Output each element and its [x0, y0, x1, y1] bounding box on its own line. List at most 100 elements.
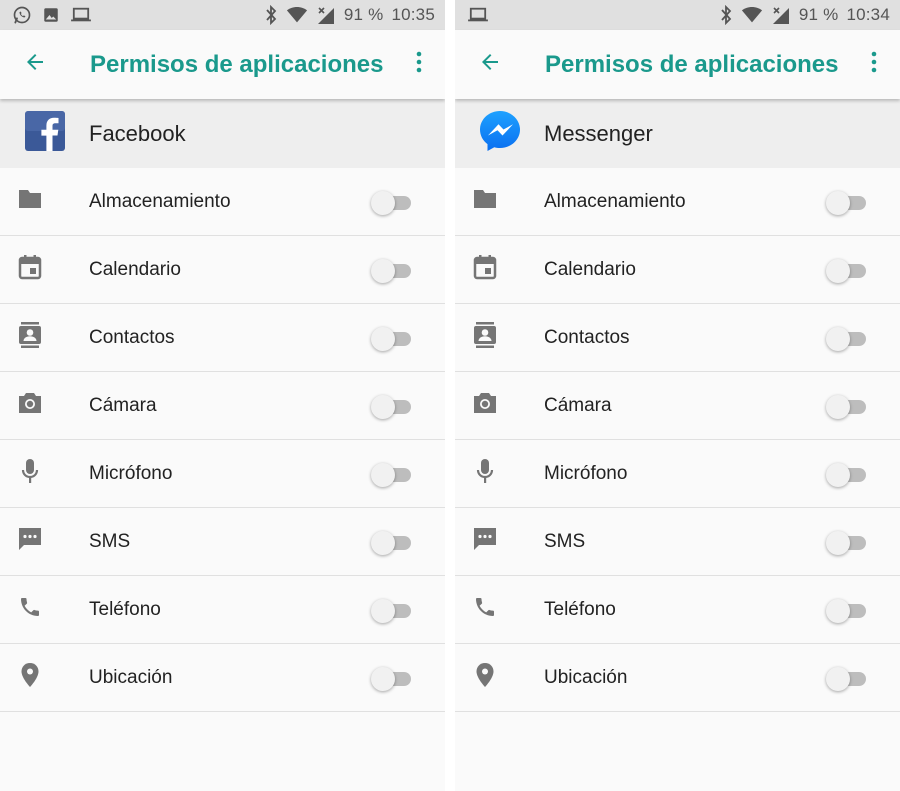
battery-level: 91 % — [343, 5, 384, 24]
permission-label: SMS — [89, 530, 131, 552]
permission-toggle[interactable] — [826, 326, 866, 351]
app-toolbar: Permisos de aplicaciones — [455, 30, 900, 99]
permission-label: Cámara — [544, 394, 612, 416]
permission-label: Calendario — [544, 258, 636, 280]
permission-row-microphone[interactable]: Micrófono — [0, 440, 445, 508]
sms-icon — [472, 526, 498, 557]
calendar-icon — [18, 254, 42, 285]
permission-row-storage[interactable]: Almacenamiento — [455, 168, 900, 236]
permissions-screen-messenger: 91 % 10:34 Permisos de aplicaciones Mess… — [455, 0, 900, 791]
app-header: Messenger — [455, 99, 900, 168]
messenger-icon — [478, 109, 522, 158]
wifi-icon — [741, 6, 763, 24]
permission-toggle[interactable] — [826, 462, 866, 487]
laptop-icon — [467, 6, 489, 24]
image-icon — [42, 6, 60, 24]
permission-row-sms[interactable]: SMS — [0, 508, 445, 576]
permission-label: Cámara — [89, 394, 157, 416]
more-vert-icon — [870, 51, 878, 78]
contacts-icon — [18, 322, 42, 353]
clock: 10:35 — [391, 5, 435, 24]
location-icon — [20, 662, 40, 693]
status-bar: 91 % 10:34 — [455, 0, 900, 30]
permission-row-microphone[interactable]: Micrófono — [455, 440, 900, 508]
permission-toggle[interactable] — [371, 394, 411, 419]
permission-row-camera[interactable]: Cámara — [455, 372, 900, 440]
facebook-icon — [24, 111, 65, 156]
signal-icon — [771, 6, 791, 24]
permission-label: SMS — [544, 530, 586, 552]
phone-icon — [473, 595, 497, 624]
permission-row-calendar[interactable]: Calendario — [0, 236, 445, 304]
permission-label: Almacenamiento — [89, 190, 231, 212]
page-title: Permisos de aplicaciones — [90, 50, 384, 78]
whatsapp-icon — [12, 5, 32, 25]
overflow-menu-button[interactable] — [393, 30, 445, 99]
microphone-icon — [21, 458, 39, 489]
contacts-icon — [473, 322, 497, 353]
microphone-icon — [476, 458, 494, 489]
permission-row-camera[interactable]: Cámara — [0, 372, 445, 440]
permission-toggle[interactable] — [826, 394, 866, 419]
clock: 10:34 — [846, 5, 890, 24]
app-header: Facebook — [0, 99, 445, 168]
folder-icon — [472, 188, 498, 215]
permission-row-location[interactable]: Ubicación — [0, 644, 445, 712]
permissions-screen-facebook: 91 % 10:35 Permisos de aplicaciones Face… — [0, 0, 445, 791]
bluetooth-icon — [719, 5, 733, 25]
location-icon — [475, 662, 495, 693]
permission-label: Contactos — [544, 326, 630, 348]
permission-row-contacts[interactable]: Contactos — [0, 304, 445, 372]
back-button[interactable] — [455, 30, 525, 99]
battery-level: 91 % — [798, 5, 839, 24]
camera-icon — [17, 392, 43, 419]
permission-toggle[interactable] — [826, 258, 866, 283]
permission-toggle[interactable] — [371, 530, 411, 555]
calendar-icon — [473, 254, 497, 285]
more-vert-icon — [415, 51, 423, 78]
camera-icon — [472, 392, 498, 419]
permission-toggle[interactable] — [371, 598, 411, 623]
permission-toggle[interactable] — [371, 326, 411, 351]
page-title: Permisos de aplicaciones — [545, 50, 839, 78]
app-name: Facebook — [89, 120, 186, 146]
permission-row-sms[interactable]: SMS — [455, 508, 900, 576]
permission-label: Contactos — [89, 326, 175, 348]
arrow-back-icon — [478, 50, 502, 79]
permission-toggle[interactable] — [371, 190, 411, 215]
permission-label: Ubicación — [89, 666, 173, 688]
bluetooth-icon — [264, 5, 278, 25]
permission-row-phone[interactable]: Teléfono — [0, 576, 445, 644]
permission-toggle[interactable] — [826, 666, 866, 691]
permission-label: Calendario — [89, 258, 181, 280]
permission-toggle[interactable] — [371, 666, 411, 691]
permission-toggle[interactable] — [371, 462, 411, 487]
permission-label: Teléfono — [89, 598, 161, 620]
permission-row-phone[interactable]: Teléfono — [455, 576, 900, 644]
permission-label: Teléfono — [544, 598, 616, 620]
permission-row-calendar[interactable]: Calendario — [455, 236, 900, 304]
signal-icon — [316, 6, 336, 24]
permission-label: Almacenamiento — [544, 190, 686, 212]
permission-label: Micrófono — [89, 462, 173, 484]
permission-toggle[interactable] — [371, 258, 411, 283]
app-toolbar: Permisos de aplicaciones — [0, 30, 445, 99]
phone-icon — [18, 595, 42, 624]
wifi-icon — [286, 6, 308, 24]
sms-icon — [17, 526, 43, 557]
back-button[interactable] — [0, 30, 70, 99]
permission-row-contacts[interactable]: Contactos — [455, 304, 900, 372]
permission-row-storage[interactable]: Almacenamiento — [0, 168, 445, 236]
arrow-back-icon — [23, 50, 47, 79]
permissions-list: Almacenamiento Calendario Contactos Cáma… — [455, 168, 900, 712]
permission-toggle[interactable] — [826, 530, 866, 555]
permission-row-location[interactable]: Ubicación — [455, 644, 900, 712]
permission-toggle[interactable] — [826, 598, 866, 623]
permission-toggle[interactable] — [826, 190, 866, 215]
status-bar: 91 % 10:35 — [0, 0, 445, 30]
laptop-icon — [70, 6, 92, 24]
folder-icon — [17, 188, 43, 215]
app-name: Messenger — [544, 120, 653, 146]
permission-label: Micrófono — [544, 462, 628, 484]
overflow-menu-button[interactable] — [848, 30, 900, 99]
